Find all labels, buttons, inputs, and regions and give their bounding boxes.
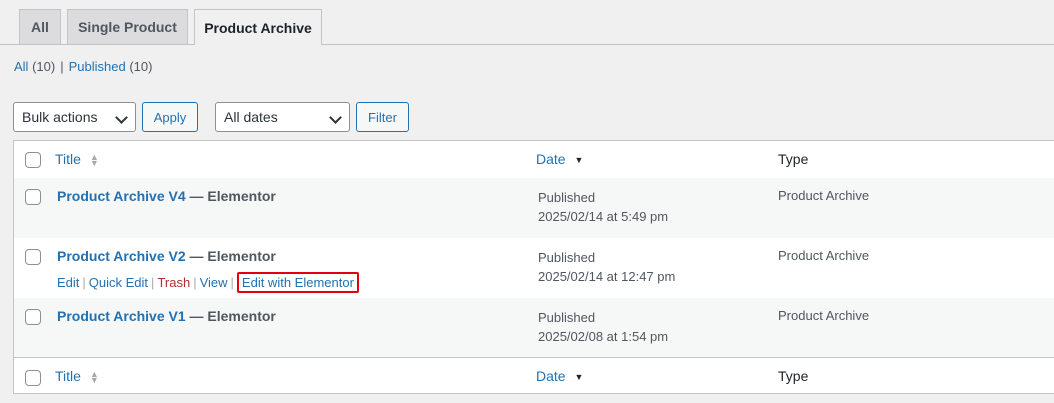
row-status: Published — [538, 310, 596, 325]
edit-with-elementor-link[interactable]: Edit with Elementor — [236, 272, 359, 293]
status-separator: | — [60, 59, 64, 74]
row-checkbox[interactable] — [25, 249, 41, 265]
row-date-value: 2025/02/14 at 5:49 pm — [538, 209, 669, 224]
row-date-value: 2025/02/14 at 12:47 pm — [538, 269, 676, 284]
status-all-link[interactable]: All (10) — [14, 59, 55, 74]
sort-by-date[interactable]: Date ▼ — [536, 151, 583, 167]
status-published-label: Published — [68, 59, 126, 74]
row-title: Product Archive V4 — Elementor — [57, 188, 276, 204]
tab-product-archive[interactable]: Product Archive — [194, 9, 322, 45]
chevron-down-icon — [115, 111, 128, 124]
row-title-link[interactable]: Product Archive V1 — [57, 308, 186, 324]
table-footer: Title ▲ ▼ Date ▼ Type — [14, 357, 1054, 395]
row-title: Product Archive V2 — Elementor — [57, 248, 276, 264]
column-type-label: Type — [778, 368, 809, 384]
edit-link[interactable]: Edit — [57, 275, 79, 290]
row-actions: Edit | Quick Edit | Trash | View | Edit with Ele… — [57, 272, 359, 293]
sort-arrows-icon: ▲ ▼ — [89, 152, 99, 169]
row-post-state: — Elementor — [189, 308, 276, 324]
column-date-label: Date — [536, 368, 566, 384]
row-title-link[interactable]: Product Archive V4 — [57, 188, 186, 204]
action-separator: | — [230, 275, 234, 290]
action-separator: | — [193, 275, 197, 290]
bulk-actions-select[interactable]: Bulk actions — [13, 102, 136, 132]
sort-by-date[interactable]: Date ▼ — [536, 368, 583, 384]
sort-arrows-icon: ▲ ▼ — [89, 369, 99, 386]
status-filter-links: All (10) | Published (10) — [14, 59, 152, 74]
chevron-down-icon — [329, 111, 342, 124]
table-row: Product Archive V1 — Elementor Published… — [14, 298, 1054, 357]
table-header: Title ▲ ▼ Date ▼ Type — [14, 141, 1054, 179]
row-type: Product Archive — [778, 308, 870, 323]
date-filter-select[interactable]: All dates — [215, 102, 350, 132]
trash-link[interactable]: Trash — [157, 275, 190, 290]
column-title-label: Title — [55, 368, 81, 384]
action-separator: | — [151, 275, 155, 290]
column-type-label: Type — [778, 151, 809, 167]
templates-table: Title ▲ ▼ Date ▼ Type Product Archive V4 … — [13, 140, 1054, 394]
select-all-checkbox[interactable] — [25, 152, 41, 168]
status-published-link[interactable]: Published (10) — [69, 59, 153, 74]
bulk-actions-value: Bulk actions — [22, 109, 98, 125]
row-status: Published — [538, 190, 596, 205]
row-date-value: 2025/02/08 at 1:54 pm — [538, 329, 669, 344]
status-all-label: All — [14, 59, 29, 74]
column-title-label: Title — [55, 151, 81, 167]
status-published-count: (10) — [129, 59, 153, 74]
row-type: Product Archive — [778, 188, 870, 203]
quick-edit-link[interactable]: Quick Edit — [89, 275, 148, 290]
sort-desc-icon: ▼ — [574, 372, 584, 383]
status-all-count: (10) — [32, 59, 56, 74]
sort-by-title[interactable]: Title ▲ ▼ — [55, 151, 99, 169]
table-row: Product Archive V4 — Elementor Published… — [14, 178, 1054, 238]
row-checkbox[interactable] — [25, 309, 41, 325]
select-all-checkbox[interactable] — [25, 370, 41, 386]
view-link[interactable]: View — [200, 275, 228, 290]
sort-desc-icon: ▼ — [574, 155, 584, 166]
row-checkbox[interactable] — [25, 189, 41, 205]
filter-button[interactable]: Filter — [356, 102, 409, 132]
column-date-label: Date — [536, 151, 566, 167]
tab-single-product[interactable]: Single Product — [67, 9, 188, 44]
row-title-link[interactable]: Product Archive V2 — [57, 248, 186, 264]
tabs-divider — [0, 44, 1054, 45]
date-filter-value: All dates — [224, 109, 278, 125]
table-row: Product Archive V2 — Elementor Edit | Quic… — [14, 238, 1054, 298]
apply-button[interactable]: Apply — [142, 102, 198, 132]
row-title: Product Archive V1 — Elementor — [57, 308, 276, 324]
tab-all[interactable]: All — [19, 9, 61, 44]
row-type: Product Archive — [778, 248, 870, 263]
sort-by-title[interactable]: Title ▲ ▼ — [55, 368, 99, 386]
row-post-state: — Elementor — [189, 188, 276, 204]
row-date: Published 2025/02/14 at 5:49 pm — [538, 188, 668, 226]
row-post-state: — Elementor — [189, 248, 276, 264]
row-date: Published 2025/02/08 at 1:54 pm — [538, 308, 668, 346]
row-date: Published 2025/02/14 at 12:47 pm — [538, 248, 675, 286]
row-status: Published — [538, 250, 596, 265]
action-separator: | — [82, 275, 86, 290]
